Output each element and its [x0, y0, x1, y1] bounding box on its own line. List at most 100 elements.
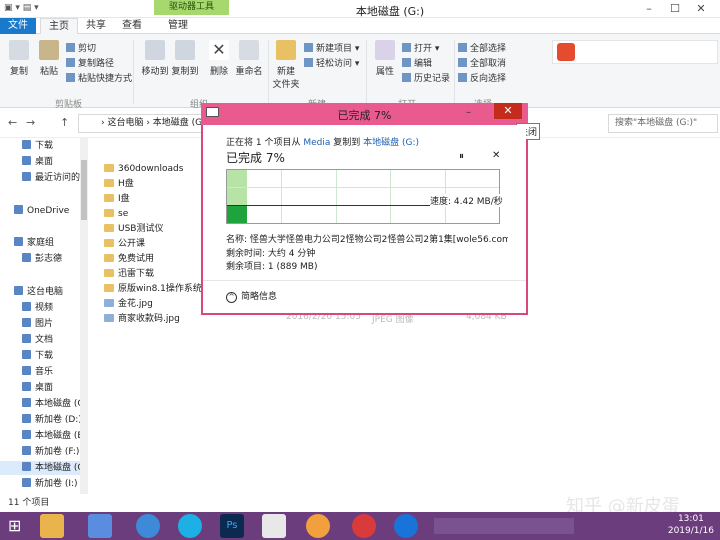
nav-item-documents[interactable]: 文档 — [22, 333, 80, 347]
nav-item-this-pc[interactable]: 这台电脑 — [14, 285, 80, 299]
app-taskbar-icon[interactable] — [394, 514, 418, 538]
list-item[interactable]: 原版win8.1操作系统 — [104, 282, 202, 296]
minimize-button[interactable]: – — [636, 2, 662, 15]
context-tab-drive-tools: 驱动器工具 — [154, 0, 229, 15]
back-button[interactable]: ← — [8, 116, 17, 129]
folder-icon — [276, 40, 296, 60]
nav-item-downloads-2[interactable]: 下载 — [22, 349, 80, 363]
new-folder-button[interactable]: 新建 文件夹 — [272, 40, 300, 90]
cloud-icon — [14, 205, 23, 214]
edit-icon — [402, 58, 411, 67]
list-item[interactable]: 公开课 — [104, 237, 145, 251]
app-taskbar-icon[interactable] — [262, 514, 286, 538]
app-taskbar-icon[interactable] — [136, 514, 160, 538]
folder-icon — [104, 239, 114, 247]
nav-item-onedrive[interactable]: OneDrive — [14, 204, 80, 218]
ime-toolbar[interactable] — [552, 40, 718, 64]
select-all-button[interactable]: 全部选择 — [458, 42, 506, 56]
nav-item-drive-g[interactable]: 本地磁盘 (G — [0, 461, 80, 475]
start-button[interactable]: ⊞ — [8, 517, 26, 535]
nav-item-downloads[interactable]: 下载 — [22, 139, 80, 153]
cut-button[interactable]: 剪切 — [66, 42, 96, 56]
ribbon-separator — [454, 40, 455, 104]
photoshop-taskbar-icon[interactable]: Ps — [220, 514, 244, 538]
nav-item-drive-i[interactable]: 新加卷 (I:) — [22, 477, 80, 491]
nav-item-drive-f[interactable]: 新加卷 (F:) — [22, 445, 80, 459]
list-item[interactable]: H盘 — [104, 177, 134, 191]
file-explorer-taskbar-icon[interactable] — [40, 514, 64, 538]
list-item[interactable]: 360downloads — [104, 162, 183, 176]
drive-icon — [22, 478, 31, 487]
nav-item-music[interactable]: 音乐 — [22, 365, 80, 379]
tab-home[interactable]: 主页 — [40, 18, 78, 34]
list-item[interactable]: se — [104, 207, 128, 221]
browser-taskbar-icon[interactable] — [178, 514, 202, 538]
dialog-minimize-button[interactable]: – — [466, 107, 471, 118]
dialog-close-button[interactable]: ✕ — [494, 103, 522, 119]
tab-view[interactable]: 查看 — [116, 18, 148, 34]
graph-gridline — [281, 170, 282, 223]
taskbar-clock[interactable]: 13:01 2019/1/16 — [668, 513, 714, 537]
folder-icon — [104, 164, 114, 172]
nav-item-desktop-2[interactable]: 桌面 — [22, 381, 80, 395]
properties-button[interactable]: 属性 — [370, 40, 400, 77]
list-item[interactable]: 迅雷下载 — [104, 267, 154, 281]
forward-button[interactable]: → — [26, 116, 35, 129]
app-taskbar-icon[interactable] — [88, 514, 112, 538]
nav-item-desktop[interactable]: 桌面 — [22, 155, 80, 169]
copy-icon — [9, 40, 29, 60]
quick-access-toolbar[interactable]: ▣ ▾ ▤ ▾ — [4, 3, 39, 13]
open-button[interactable]: 打开 ▾ — [402, 42, 439, 56]
speed-label: 速度: 4.42 MB/秒 — [430, 194, 503, 207]
copy-to-button[interactable]: 复制到 — [170, 40, 200, 77]
nav-item-drive-d[interactable]: 新加卷 (D:) — [22, 413, 80, 427]
easy-access-button[interactable]: 轻松访问 ▾ — [304, 57, 359, 71]
nav-item-homegroup[interactable]: 家庭组 — [14, 236, 80, 250]
invert-selection-button[interactable]: 反向选择 — [458, 72, 506, 86]
list-item[interactable]: USB测试仪 — [104, 222, 163, 236]
nav-item-drive-e[interactable]: 本地磁盘 (E — [22, 429, 80, 443]
pause-button[interactable]: ⏸ — [459, 151, 464, 162]
app-taskbar-icon[interactable] — [306, 514, 330, 538]
tab-manage[interactable]: 管理 — [160, 18, 196, 34]
tab-share[interactable]: 共享 — [80, 18, 112, 34]
paste-button[interactable]: 粘贴 — [34, 40, 64, 77]
up-button[interactable]: ↑ — [60, 116, 69, 129]
paste-shortcut-icon — [66, 73, 75, 82]
nav-item-user[interactable]: 彭志德 — [22, 252, 80, 266]
copy-path-button[interactable]: 复制路径 — [66, 57, 114, 71]
less-details-toggle[interactable]: ^ 简略信息 — [226, 289, 277, 303]
nav-item-videos[interactable]: 视频 — [22, 301, 80, 315]
system-tray[interactable] — [434, 518, 574, 534]
nav-item-drive-c[interactable]: 本地磁盘 (C — [22, 397, 80, 411]
source-link[interactable]: Media — [303, 138, 330, 148]
download-icon — [22, 140, 31, 149]
nav-item-recent[interactable]: 最近访问的 — [22, 171, 80, 185]
search-input[interactable]: 搜索"本地磁盘 (G:)" — [608, 114, 718, 133]
cancel-button[interactable]: ✕ — [492, 150, 500, 161]
delete-button[interactable]: ✕ 删除 — [204, 40, 234, 77]
paste-shortcut-button[interactable]: 粘贴快捷方式 — [66, 72, 132, 86]
desktop-icon — [22, 156, 31, 165]
nav-scrollbar-thumb[interactable] — [81, 160, 87, 220]
maximize-button[interactable]: ☐ — [662, 2, 688, 15]
nav-item-pictures[interactable]: 图片 — [22, 317, 80, 331]
copy-button[interactable]: 复制 — [4, 40, 34, 77]
list-item[interactable]: 免费试用 — [104, 252, 154, 266]
app-taskbar-icon[interactable] — [352, 514, 376, 538]
recent-icon — [22, 172, 31, 181]
list-item[interactable]: 金花.jpg — [104, 297, 153, 311]
move-to-button[interactable]: 移动到 — [140, 40, 170, 77]
rename-button[interactable]: 重命名 — [234, 40, 264, 77]
chevron-up-icon: ^ — [226, 292, 237, 303]
history-button[interactable]: 历史记录 — [402, 72, 450, 86]
close-button[interactable]: ✕ — [688, 2, 714, 15]
list-item[interactable]: 商家收款码.jpg — [104, 312, 180, 326]
destination-link[interactable]: 本地磁盘 (G:) — [363, 138, 419, 148]
select-none-button[interactable]: 全部取消 — [458, 57, 506, 71]
edit-button[interactable]: 编辑 — [402, 57, 432, 71]
tab-file[interactable]: 文件 — [0, 18, 36, 34]
new-item-button[interactable]: 新建项目 ▾ — [304, 42, 359, 56]
list-item[interactable]: I盘 — [104, 192, 130, 206]
video-icon — [22, 302, 31, 311]
